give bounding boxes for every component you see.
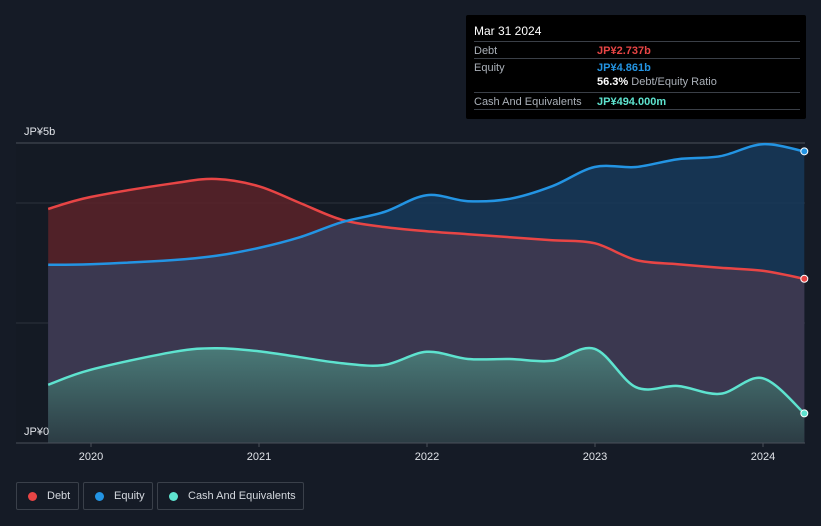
tooltip-cash-label: Cash And Equivalents xyxy=(474,96,582,108)
x-tick-label: 2024 xyxy=(751,451,775,463)
legend-item-cash[interactable]: Cash And Equivalents xyxy=(157,482,304,510)
cash-dot-icon xyxy=(169,491,178,501)
tooltip-equity-value: JP¥4.861b xyxy=(597,62,651,74)
tooltip-cash-value: JP¥494.000m xyxy=(597,96,667,108)
tooltip-debt-value: JP¥2.737b xyxy=(597,45,651,57)
legend-label: Debt xyxy=(47,490,71,502)
tooltip-divider xyxy=(474,109,800,110)
y-tick-label: JP¥5b xyxy=(24,126,55,138)
x-tick-label: 2021 xyxy=(247,451,271,463)
tooltip-row-equity: Equity JP¥4.861b xyxy=(474,58,800,76)
debt-dot-icon xyxy=(28,491,37,501)
x-tick-label: 2020 xyxy=(79,451,103,463)
debt-end-point xyxy=(800,274,809,283)
tooltip-row-cash: Cash And Equivalents JP¥494.000m xyxy=(474,92,800,110)
cash-end-point xyxy=(800,409,809,418)
tooltip-ratio-label: Debt/Equity Ratio xyxy=(631,76,717,88)
tooltip: Mar 31 2024 Debt JP¥2.737b Equity JP¥4.8… xyxy=(466,15,806,119)
tooltip-row-debt: Debt JP¥2.737b xyxy=(474,41,800,59)
tooltip-date: Mar 31 2024 xyxy=(474,24,542,38)
legend-label: Cash And Equivalents xyxy=(188,490,296,502)
legend-item-equity[interactable]: Equity xyxy=(83,482,153,510)
legend-label: Equity xyxy=(114,490,145,502)
legend-item-debt[interactable]: Debt xyxy=(16,482,79,510)
tooltip-ratio-value: 56.3% xyxy=(597,76,629,88)
tooltip-ratio: 56.3% Debt/Equity Ratio xyxy=(597,76,717,88)
y-tick-label: JP¥0 xyxy=(24,426,49,438)
tooltip-equity-label: Equity xyxy=(474,62,505,74)
equity-dot-icon xyxy=(95,491,104,501)
x-tick-label: 2022 xyxy=(415,451,439,463)
tooltip-debt-label: Debt xyxy=(474,45,498,57)
equity-end-point xyxy=(800,147,809,156)
x-tick-label: 2023 xyxy=(583,451,607,463)
